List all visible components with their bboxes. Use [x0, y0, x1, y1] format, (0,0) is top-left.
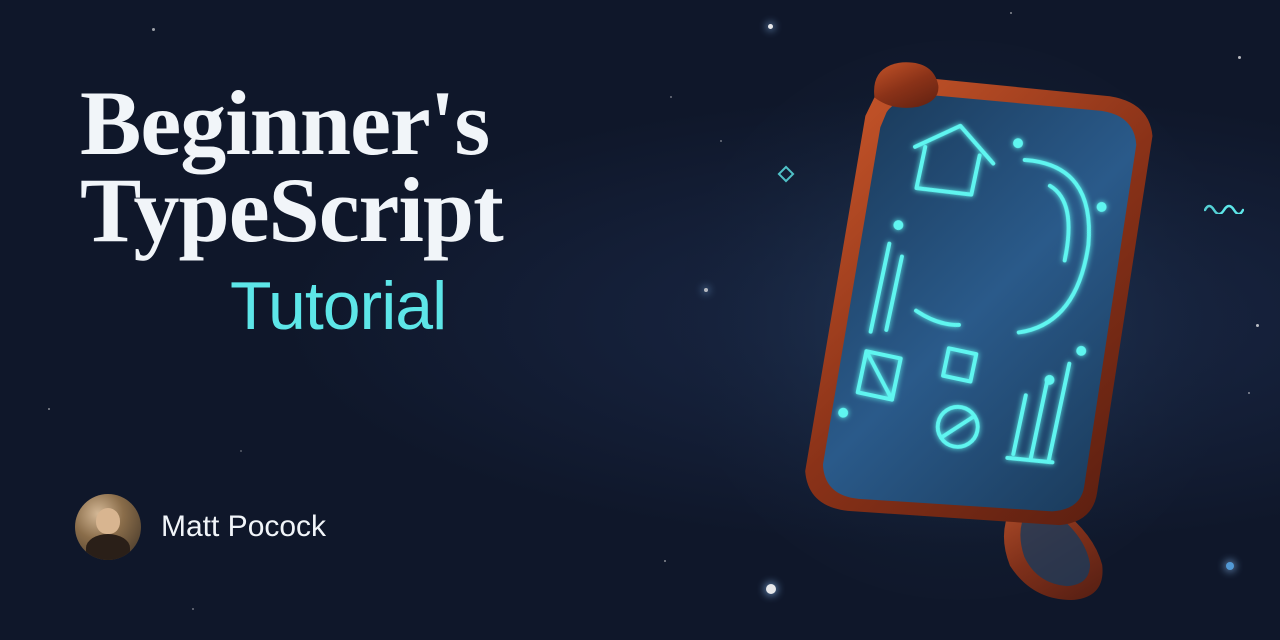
title-line-2: TypeScript — [80, 159, 503, 261]
page-title: Beginner's TypeScript — [80, 80, 503, 255]
hero-content: Beginner's TypeScript Tutorial — [80, 80, 503, 345]
author-avatar — [75, 494, 141, 560]
page-subtitle: Tutorial — [230, 267, 503, 345]
magic-scroll-illustration — [680, 40, 1240, 600]
author-name: Matt Pocock — [161, 510, 326, 544]
author-block: Matt Pocock — [75, 494, 326, 560]
